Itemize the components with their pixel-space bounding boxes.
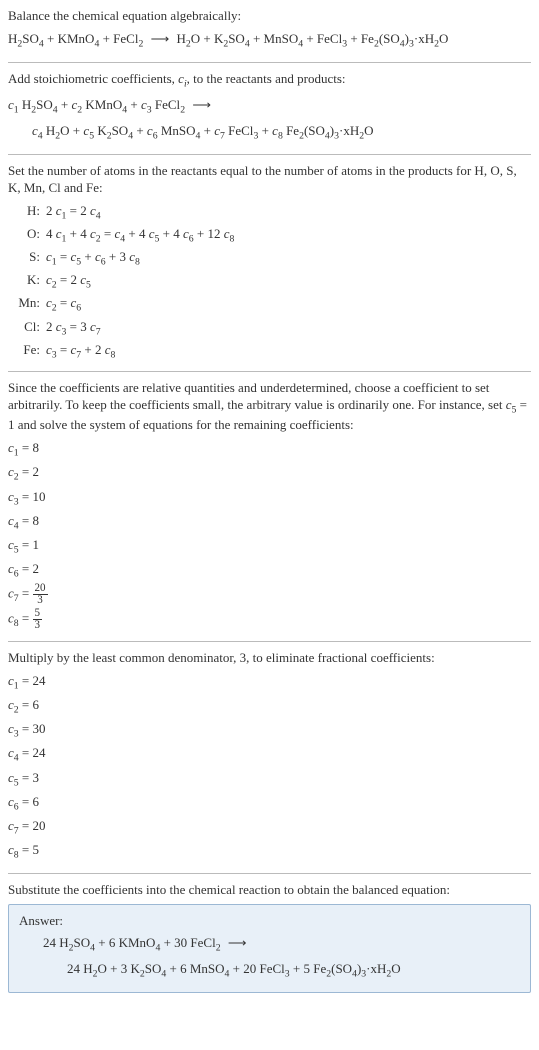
atom-table: H: 2 c1 = 2 c4 O: 4 c1 + 4 c2 = c4 + 4 c… bbox=[8, 201, 531, 364]
atom-row: H: 2 c1 = 2 c4 bbox=[8, 201, 531, 224]
coeff-title: Add stoichiometric coefficients, ci, to … bbox=[8, 71, 531, 91]
coeff-equation-line1: c1 H2SO4 + c2 KMnO4 + c3 FeCl2 ⟶ bbox=[8, 95, 531, 118]
atom-eq: 4 c1 + 4 c2 = c4 + 4 c5 + 4 c6 + 12 c8 bbox=[46, 224, 531, 247]
coeff-equation-line2: c4 H2O + c5 K2SO4 + c6 MnSO4 + c7 FeCl3 … bbox=[8, 121, 531, 144]
coeff-line: c5 = 3 bbox=[8, 768, 531, 791]
atom-row: Cl: 2 c3 = 3 c7 bbox=[8, 317, 531, 340]
atom-label: Cl: bbox=[8, 317, 46, 340]
coeff-line: c6 = 2 bbox=[8, 559, 531, 582]
atom-eq: c2 = 2 c5 bbox=[46, 270, 531, 293]
atom-eq: c3 = c7 + 2 c8 bbox=[46, 340, 531, 363]
atom-eq: c2 = c6 bbox=[46, 293, 531, 316]
atom-row: O: 4 c1 + 4 c2 = c4 + 4 c5 + 4 c6 + 12 c… bbox=[8, 224, 531, 247]
lcd-title: Multiply by the least common denominator… bbox=[8, 650, 531, 667]
coeff-line: c2 = 2 bbox=[8, 462, 531, 485]
unbalanced-equation: H2SO4 + KMnO4 + FeCl2 ⟶ H2O + K2SO4 + Mn… bbox=[8, 29, 531, 52]
coeff-line: c3 = 10 bbox=[8, 487, 531, 510]
atom-row: K: c2 = 2 c5 bbox=[8, 270, 531, 293]
section-atom-equations: Set the number of atoms in the reactants… bbox=[8, 163, 531, 372]
coeff-line: c3 = 30 bbox=[8, 719, 531, 742]
coeff-line: c4 = 8 bbox=[8, 511, 531, 534]
coeff-line: c2 = 6 bbox=[8, 695, 531, 718]
coeff-line: c8 = 5 bbox=[8, 840, 531, 863]
atom-label: O: bbox=[8, 224, 46, 247]
balanced-equation-line1: 24 H2SO4 + 6 KMnO4 + 30 FeCl2 ⟶ bbox=[19, 933, 520, 956]
coeff-line: c1 = 8 bbox=[8, 438, 531, 461]
section-multiply-lcd: Multiply by the least common denominator… bbox=[8, 650, 531, 874]
atom-eq: 2 c1 = 2 c4 bbox=[46, 201, 531, 224]
coeff-line: c4 = 24 bbox=[8, 743, 531, 766]
atom-label: H: bbox=[8, 201, 46, 224]
section-balance-intro: Balance the chemical equation algebraica… bbox=[8, 8, 531, 63]
atom-eq: 2 c3 = 3 c7 bbox=[46, 317, 531, 340]
substitute-title: Substitute the coefficients into the che… bbox=[8, 882, 531, 899]
atom-row: Fe: c3 = c7 + 2 c8 bbox=[8, 340, 531, 363]
atom-eq: c1 = c5 + c6 + 3 c8 bbox=[46, 247, 531, 270]
coeff-line: c1 = 24 bbox=[8, 671, 531, 694]
atom-label: Fe: bbox=[8, 340, 46, 363]
atom-label: K: bbox=[8, 270, 46, 293]
solve-title: Since the coefficients are relative quan… bbox=[8, 380, 531, 434]
section-substitute: Substitute the coefficients into the che… bbox=[8, 882, 531, 993]
atom-row: Mn: c2 = c6 bbox=[8, 293, 531, 316]
coeff-line: c7 = 20 bbox=[8, 816, 531, 839]
atom-label: Mn: bbox=[8, 293, 46, 316]
atom-label: S: bbox=[8, 247, 46, 270]
atom-row: S: c1 = c5 + c6 + 3 c8 bbox=[8, 247, 531, 270]
atom-title: Set the number of atoms in the reactants… bbox=[8, 163, 531, 197]
coeff-line: c7 = 203 bbox=[8, 583, 531, 607]
answer-label: Answer: bbox=[19, 913, 520, 929]
section-solve-arbitrary: Since the coefficients are relative quan… bbox=[8, 380, 531, 642]
answer-box: Answer: 24 H2SO4 + 6 KMnO4 + 30 FeCl2 ⟶ … bbox=[8, 904, 531, 992]
balanced-equation-line2: 24 H2O + 3 K2SO4 + 6 MnSO4 + 20 FeCl3 + … bbox=[19, 959, 520, 982]
coeff-line: c8 = 53 bbox=[8, 608, 531, 632]
coeff-line: c6 = 6 bbox=[8, 792, 531, 815]
coeff-line: c5 = 1 bbox=[8, 535, 531, 558]
intro-title: Balance the chemical equation algebraica… bbox=[8, 8, 531, 25]
section-add-coefficients: Add stoichiometric coefficients, ci, to … bbox=[8, 71, 531, 155]
